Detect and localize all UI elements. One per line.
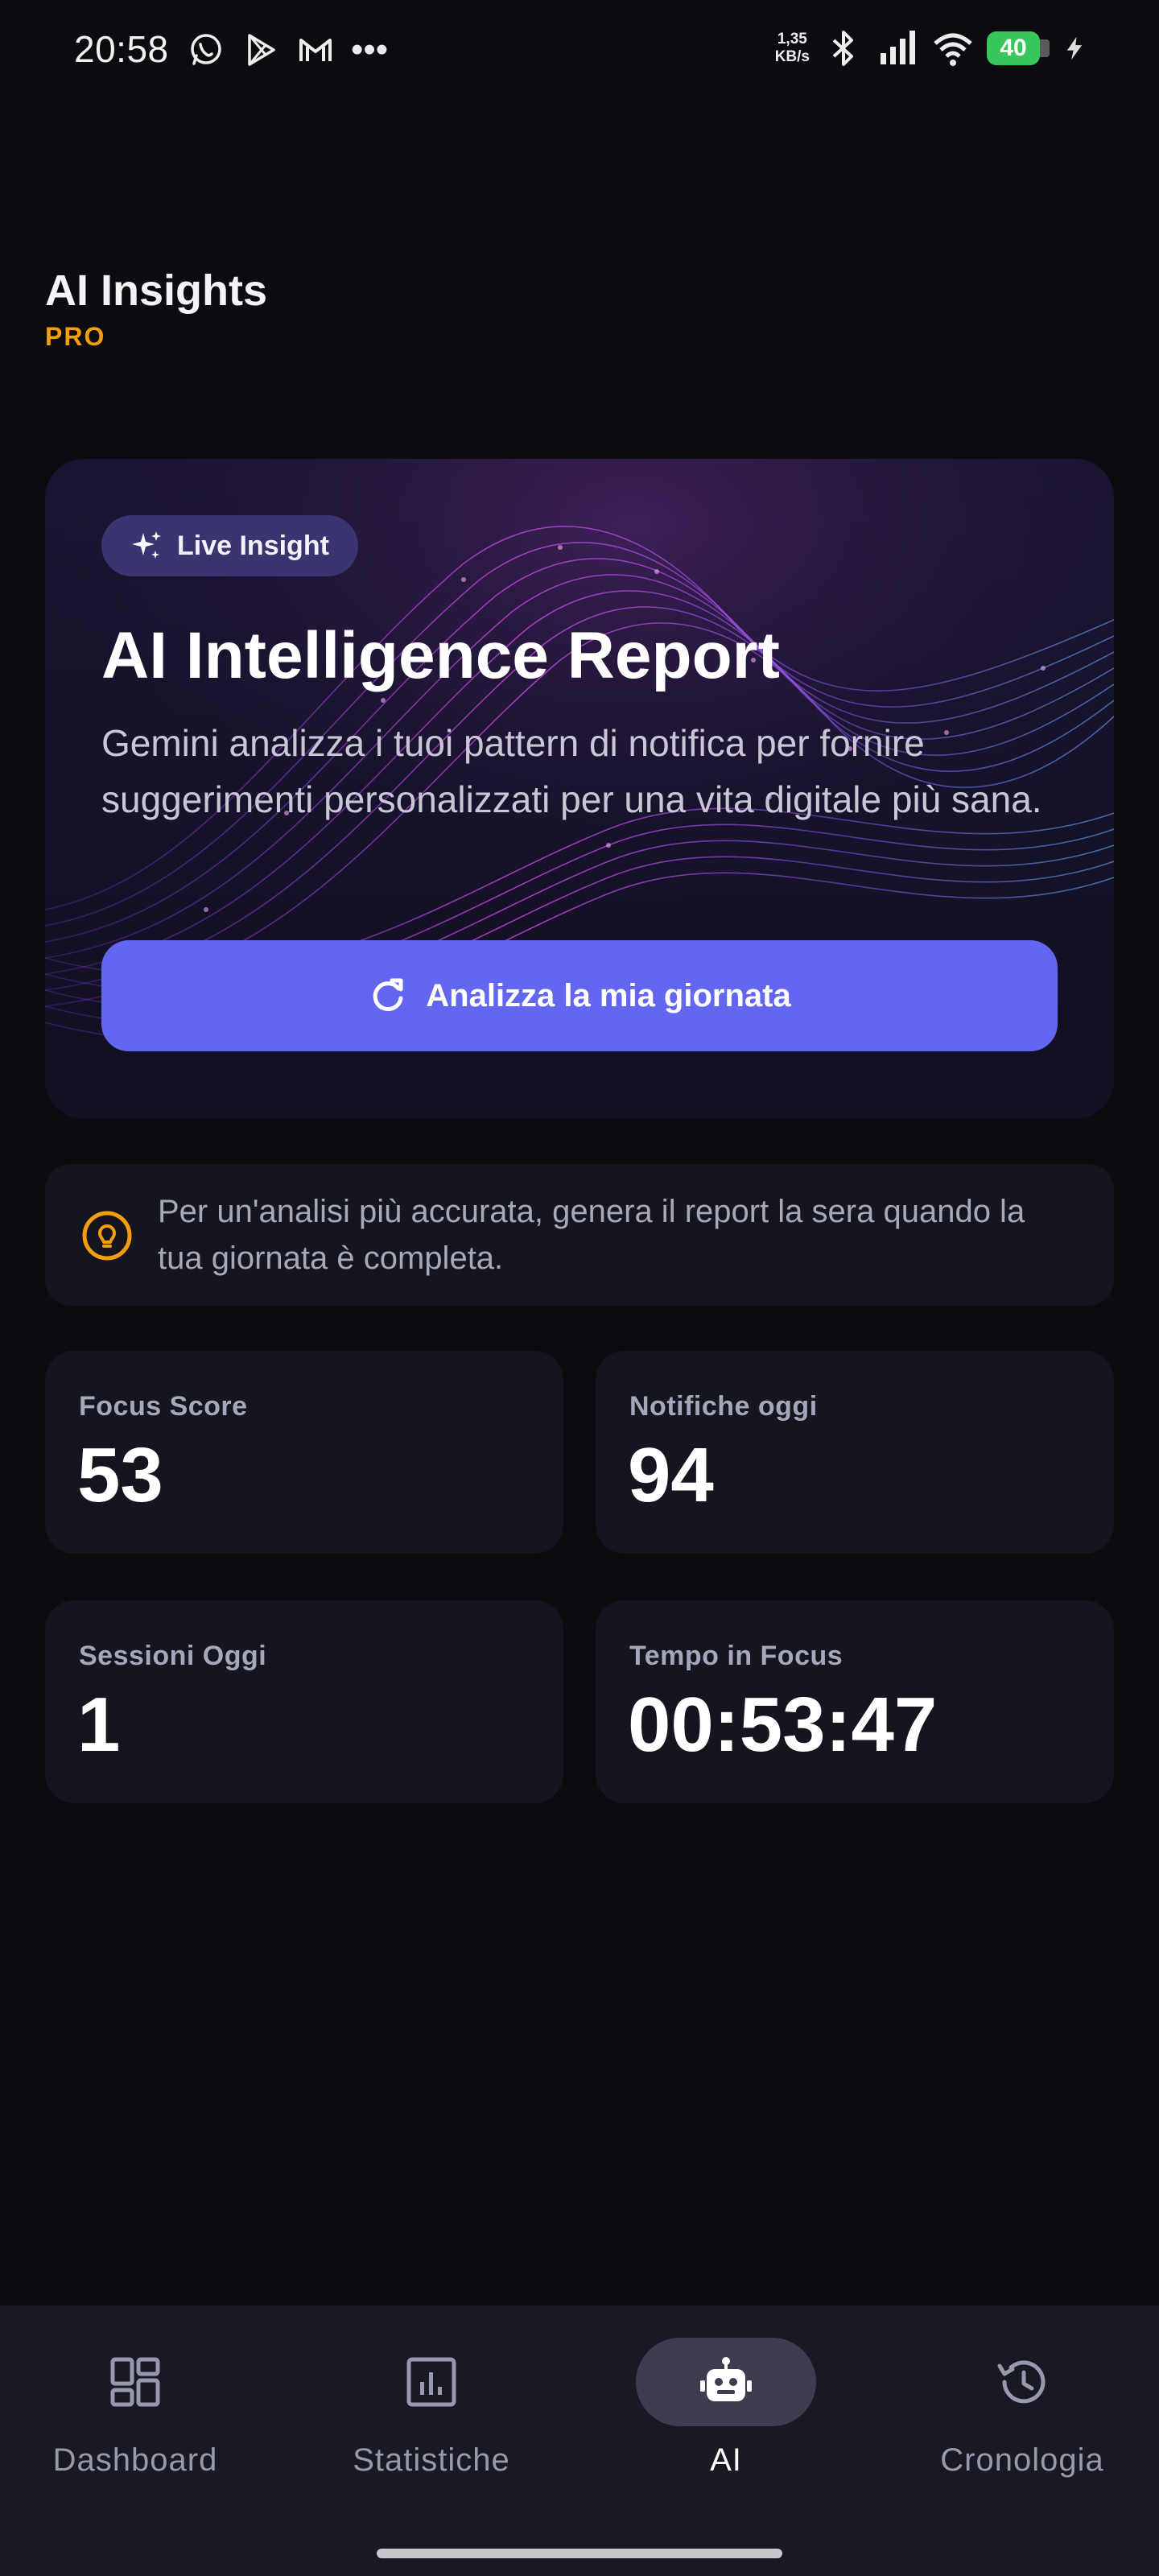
stat-value: 94 — [628, 1432, 714, 1518]
status-time: 20:58 — [74, 28, 169, 70]
network-speed: 1,35 KB/s — [775, 31, 810, 66]
nav-pill-active — [636, 2338, 816, 2426]
refresh-icon — [373, 978, 403, 1012]
stat-card-sessions: Sessioni Oggi 1 — [45, 1600, 563, 1803]
nav-item-cronologia[interactable]: Cronologia — [877, 2306, 1159, 2478]
lightbulb-icon — [82, 1211, 132, 1261]
charging-icon — [1066, 36, 1083, 60]
nav-item-statistiche[interactable]: Statistiche — [287, 2306, 576, 2478]
nav-label: Cronologia — [940, 2442, 1104, 2478]
nav-label: Dashboard — [52, 2442, 218, 2478]
stat-label: Sessioni Oggi — [79, 1641, 267, 1671]
home-indicator[interactable] — [377, 2549, 782, 2558]
tip-text: Per un'analisi più accurata, genera il r… — [158, 1194, 1025, 1276]
analyze-day-button[interactable]: Analizza la mia giornata — [101, 940, 1058, 1051]
system-icons: 1,35 KB/s 40 — [775, 27, 1088, 69]
stat-card-notifications: Notifiche oggi 94 — [596, 1351, 1114, 1554]
notification-icons: ••• — [187, 31, 388, 69]
stat-value: 00:53:47 — [628, 1682, 938, 1768]
nav-pill — [45, 2338, 225, 2426]
gmail-icon — [299, 39, 332, 61]
battery-indicator: 40 — [987, 31, 1050, 65]
stat-label: Notifiche oggi — [629, 1391, 818, 1422]
speed-unit: KB/s — [774, 48, 810, 65]
tip-card: Per un'analisi più accurata, genera il r… — [45, 1164, 1114, 1306]
live-insight-badge: Live Insight — [101, 515, 358, 576]
history-icon — [997, 2360, 1046, 2404]
wifi-icon — [934, 33, 972, 66]
pro-badge: PRO — [45, 322, 106, 351]
report-description: Gemini analizza i tuoi pattern di notifi… — [101, 722, 1042, 820]
speed-value: 1,35 — [777, 31, 807, 47]
nav-item-ai[interactable]: AI — [581, 2306, 871, 2478]
nav-pill — [341, 2338, 522, 2426]
signal-icon — [881, 31, 915, 64]
stat-card-focus-time: Tempo in Focus 00:53:47 — [596, 1600, 1114, 1803]
bottom-navigation: Dashboard Statistiche AI Cronologia — [0, 2306, 1159, 2576]
page-title: AI Insights — [45, 266, 268, 315]
sparkles-icon — [132, 531, 161, 559]
ai-report-card: Live Insight AI Intelligence Report Gemi… — [45, 459, 1114, 1119]
analyze-day-button-label: Analizza la mia giornata — [426, 977, 791, 1013]
live-insight-label: Live Insight — [177, 530, 329, 561]
stat-card-focus-score: Focus Score 53 — [45, 1351, 563, 1554]
stat-value: 1 — [77, 1682, 121, 1768]
stat-label: Tempo in Focus — [629, 1641, 843, 1671]
stat-label: Focus Score — [79, 1391, 248, 1422]
dashboard-icon — [110, 2357, 160, 2407]
bluetooth-icon — [832, 31, 853, 66]
whatsapp-icon — [191, 34, 221, 65]
chart-icon — [406, 2357, 456, 2407]
status-bar: 20:58 ••• 1,35 KB/s 40 — [0, 0, 1159, 100]
report-title: AI Intelligence Report — [101, 619, 780, 692]
nav-pill — [932, 2338, 1112, 2426]
more-notifications-icon: ••• — [351, 30, 389, 69]
nav-item-dashboard[interactable]: Dashboard — [0, 2306, 280, 2478]
stat-value: 53 — [77, 1432, 163, 1518]
nav-label: AI — [710, 2442, 742, 2478]
nav-label: Statistiche — [353, 2442, 510, 2478]
robot-icon — [700, 2357, 752, 2401]
play-store-icon — [248, 34, 275, 66]
